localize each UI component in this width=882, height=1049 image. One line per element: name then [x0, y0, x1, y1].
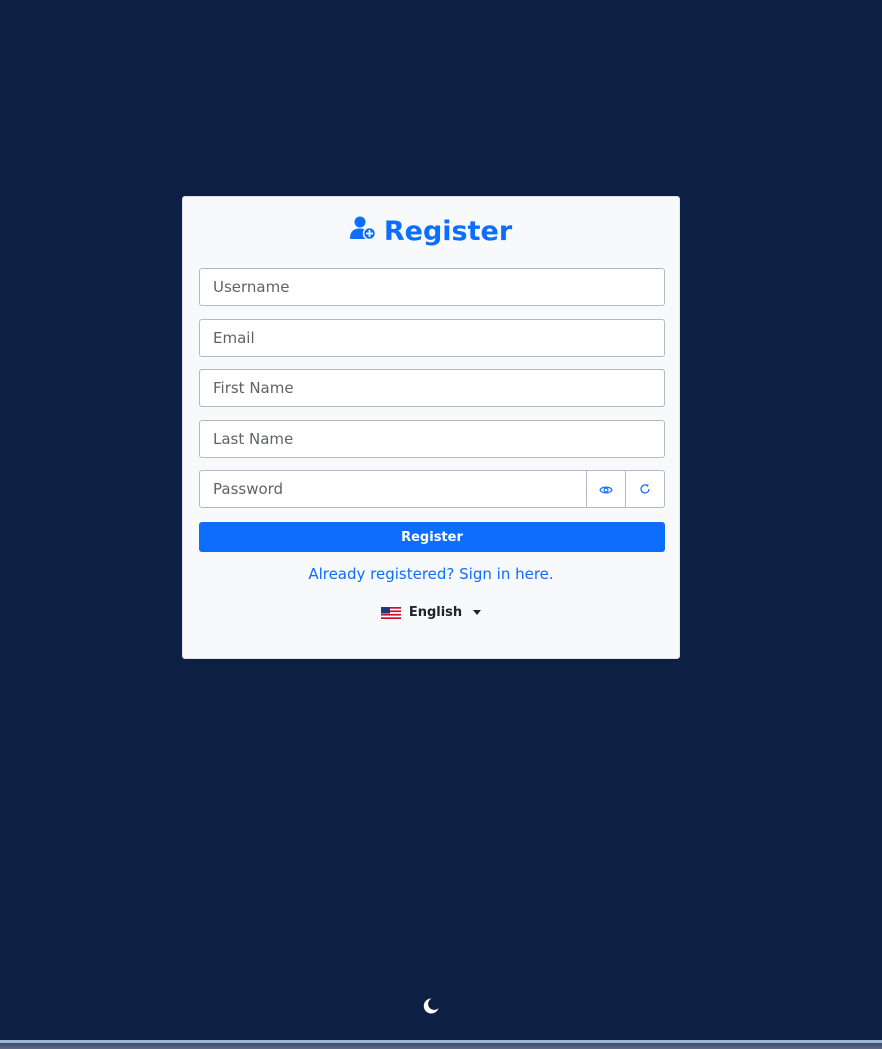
username-input[interactable]: [199, 268, 665, 306]
refresh-icon: [639, 480, 651, 499]
first-name-input[interactable]: [199, 369, 665, 407]
password-group: [199, 470, 665, 508]
signin-link[interactable]: Already registered? Sign in here.: [183, 565, 679, 583]
language-label: English: [408, 605, 463, 620]
email-input[interactable]: [199, 319, 665, 357]
language-dropdown[interactable]: English: [183, 605, 679, 620]
page: Register Username Email First Name Last …: [0, 0, 882, 1049]
generate-password-button[interactable]: [626, 470, 665, 508]
eye-icon: [599, 480, 613, 499]
page-title: Register: [183, 211, 679, 251]
background-strip: [0, 1040, 882, 1049]
password-input[interactable]: [199, 470, 587, 508]
chevron-down-icon: [473, 610, 482, 615]
moon-icon: [422, 998, 440, 1019]
us-flag-icon: [380, 606, 401, 619]
page-title-text: Register: [383, 215, 513, 247]
theme-toggle-button[interactable]: [422, 997, 440, 1015]
register-button[interactable]: Register: [199, 522, 665, 552]
last-name-input[interactable]: [199, 420, 665, 458]
show-password-button[interactable]: [587, 470, 626, 508]
user-plus-icon: [349, 216, 384, 247]
register-card: Register Username Email First Name Last …: [182, 196, 680, 659]
